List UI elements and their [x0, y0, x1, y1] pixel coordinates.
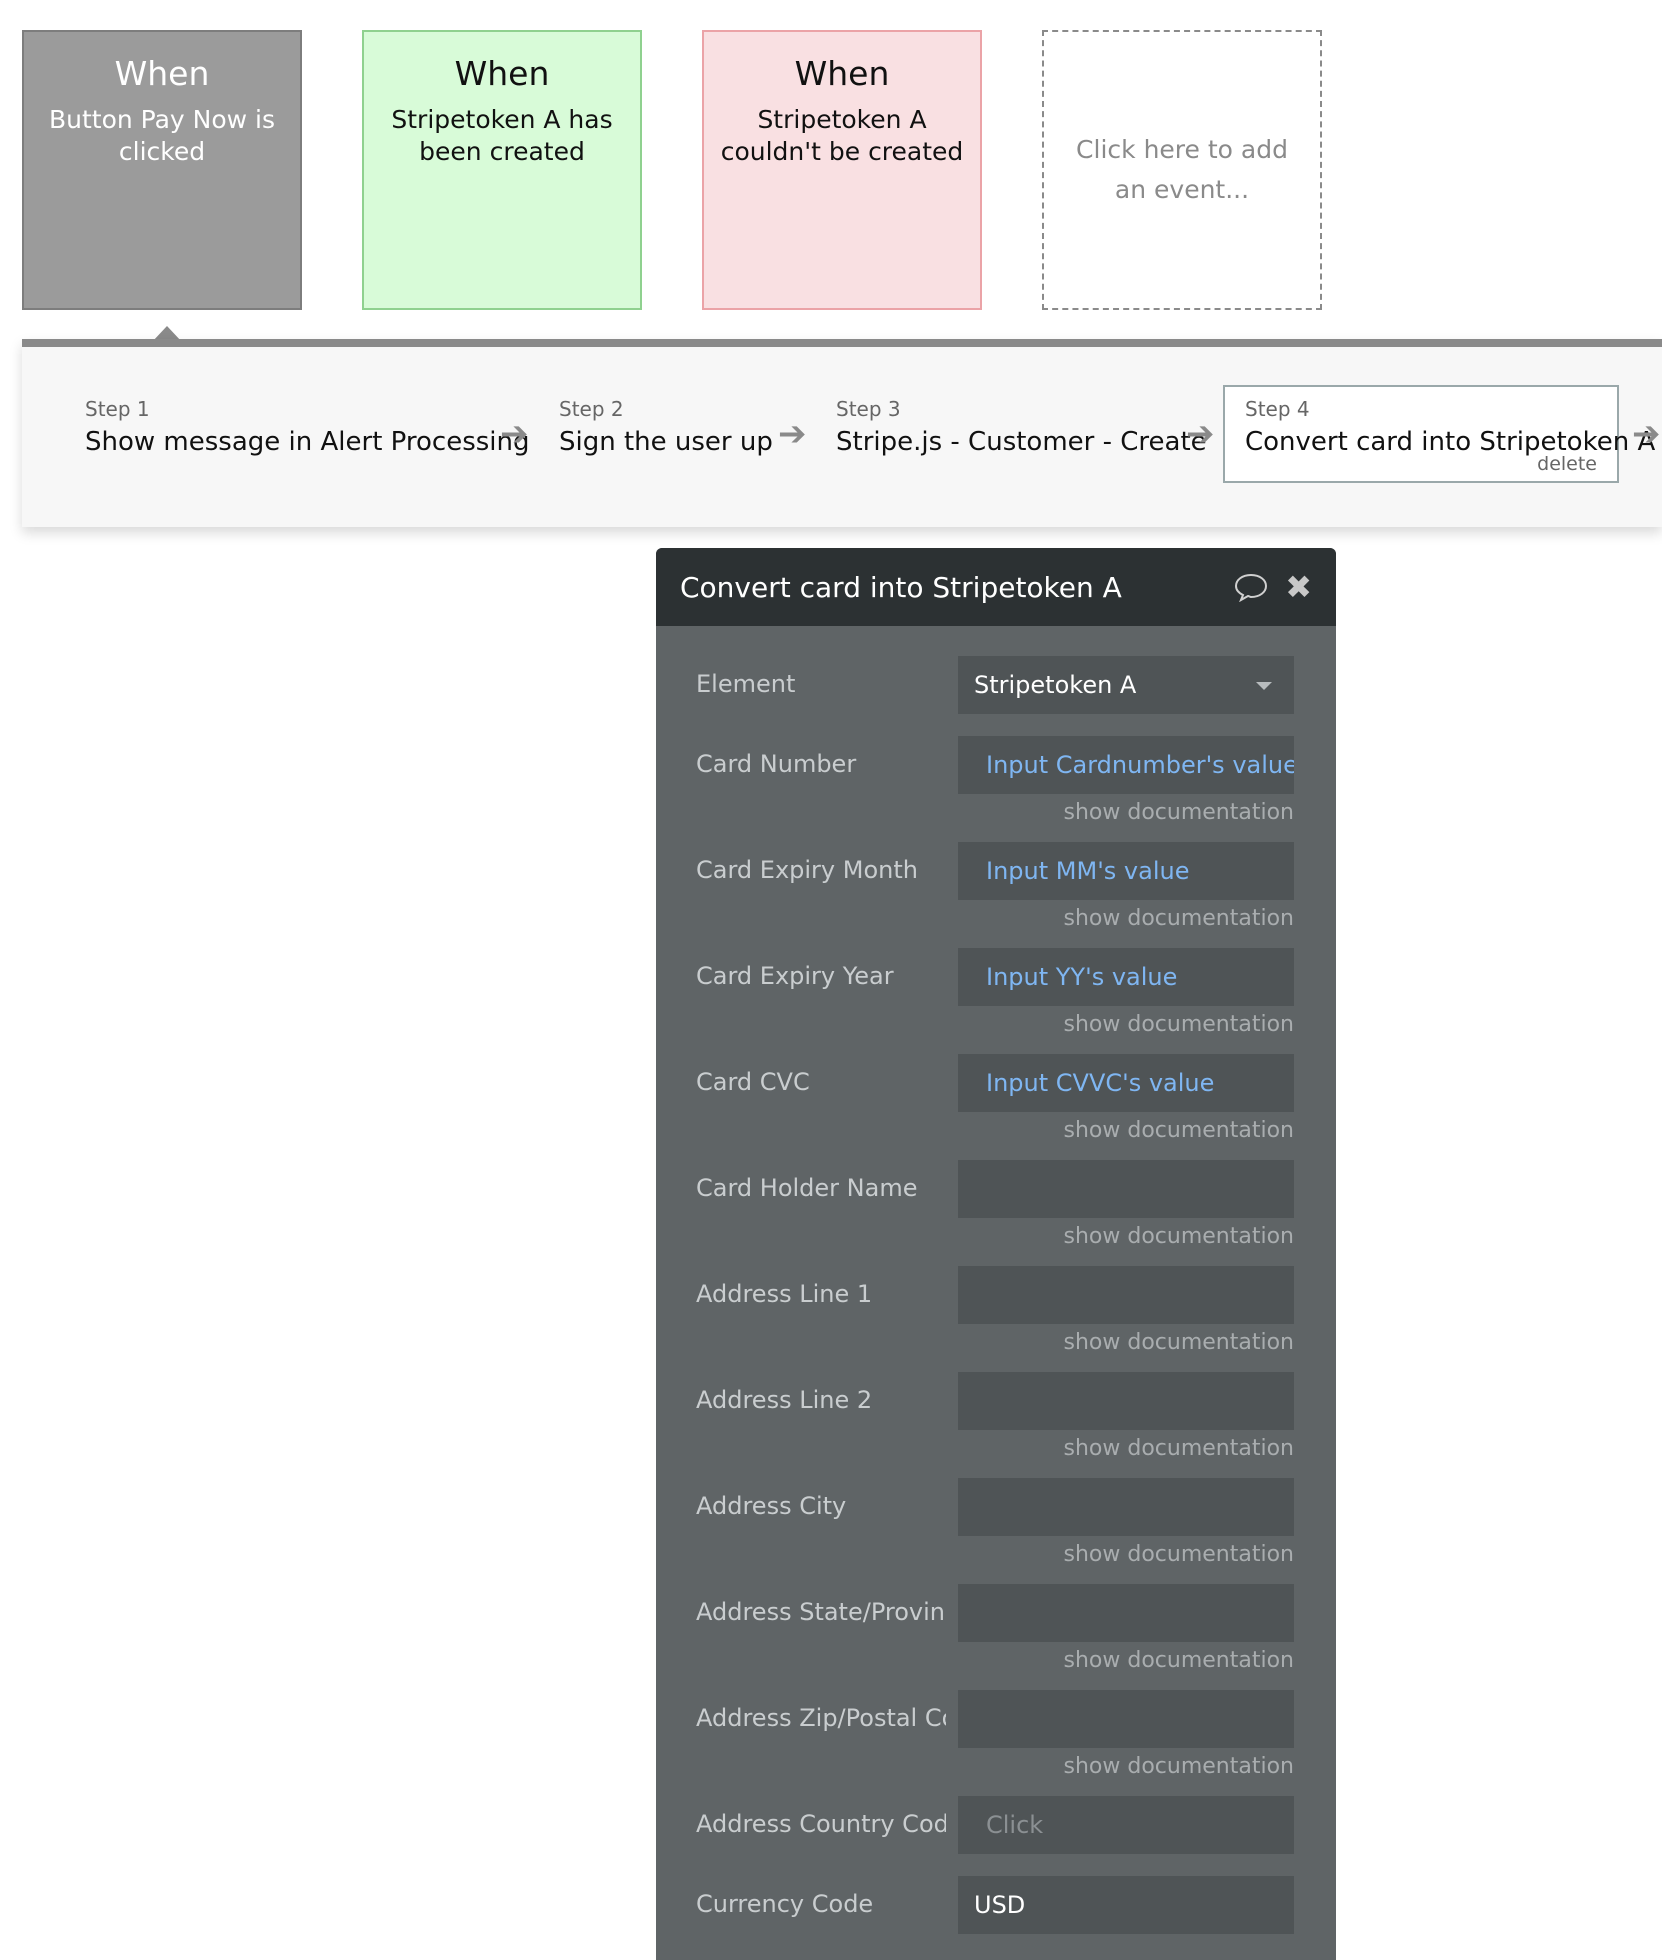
field-label: Currency Code [696, 1890, 874, 1918]
event-card-token-failed[interactable]: When Stripetoken A couldn't be created [702, 30, 982, 310]
show-documentation-link[interactable]: show documentation [1064, 1224, 1294, 1249]
event-when-label: When [794, 54, 890, 93]
element-dropdown[interactable]: Stripetoken A [958, 656, 1294, 714]
arrow-right-icon: ➔ [1186, 414, 1215, 454]
show-documentation-link[interactable]: show documentation [1064, 1330, 1294, 1355]
add-event-card[interactable]: Click here to add an event... [1042, 30, 1322, 310]
address-zip-input[interactable] [958, 1690, 1294, 1748]
field-label: Address Zip/Postal Co [696, 1704, 946, 1732]
dynamic-expression: Input MM's value [986, 857, 1190, 885]
card-holder-name-input[interactable] [958, 1160, 1294, 1218]
event-when-label: When [454, 54, 550, 93]
event-card-token-created[interactable]: When Stripetoken A has been created [362, 30, 642, 310]
field-label: Address City [696, 1492, 847, 1520]
dynamic-expression: Input CVVC's value [986, 1069, 1215, 1097]
arrow-right-icon: ➔ [1632, 414, 1661, 454]
delete-step-link[interactable]: delete [1537, 453, 1597, 475]
field-label: Address Country Cod [696, 1810, 946, 1838]
field-label: Address Line 1 [696, 1280, 873, 1308]
show-documentation-link[interactable]: show documentation [1064, 906, 1294, 931]
panel-header: Convert card into Stripetoken A ✖ [656, 548, 1336, 626]
workflow-step-4[interactable]: Step 4 Convert card into Stripetoken A d… [1223, 385, 1655, 483]
input-placeholder: Click [986, 1811, 1044, 1839]
address-city-input[interactable] [958, 1478, 1294, 1536]
address-line-2-input[interactable] [958, 1372, 1294, 1430]
show-documentation-link[interactable]: show documentation [1064, 1648, 1294, 1673]
workflow-step-1[interactable]: Step 1 Show message in Alert Processing [85, 397, 530, 457]
show-documentation-link[interactable]: show documentation [1064, 1436, 1294, 1461]
field-label: Card Number [696, 750, 857, 778]
event-description: Stripetoken A has been created [391, 104, 613, 166]
step-number: Step 1 [85, 397, 150, 421]
dropdown-value: Stripetoken A [974, 671, 1137, 699]
currency-code-input[interactable]: USD [958, 1876, 1294, 1934]
address-line-1-input[interactable] [958, 1266, 1294, 1324]
workflow-step-2[interactable]: Step 2 Sign the user up [559, 397, 773, 457]
event-when-label: When [114, 54, 210, 93]
event-description: Button Pay Now is clicked [48, 104, 276, 166]
dynamic-expression: Input YY's value [986, 963, 1178, 991]
step-title: Sign the user up [559, 427, 773, 457]
add-event-label: Click here to add an event... [1076, 135, 1288, 204]
close-icon[interactable]: ✖ [1285, 571, 1312, 603]
show-documentation-link[interactable]: show documentation [1064, 1542, 1294, 1567]
action-property-panel: Convert card into Stripetoken A ✖ Elemen… [656, 548, 1336, 1960]
comment-icon[interactable] [1233, 572, 1269, 602]
field-label: Card Expiry Month [696, 856, 918, 884]
chevron-down-icon [1256, 682, 1272, 690]
card-expiry-year-input[interactable]: Input YY's value [958, 948, 1294, 1006]
address-state-input[interactable] [958, 1584, 1294, 1642]
field-label: Card Expiry Year [696, 962, 894, 990]
panel-title: Convert card into Stripetoken A [680, 570, 1122, 604]
field-label: Address Line 2 [696, 1386, 873, 1414]
arrow-right-icon: ➔ [500, 414, 529, 454]
workflow-steps-bar: Step 1 Show message in Alert Processing … [22, 339, 1662, 527]
arrow-right-icon: ➔ [778, 414, 807, 454]
step-number: Step 4 [1245, 397, 1310, 421]
field-label: Address State/Provinc [696, 1598, 946, 1626]
input-value: USD [974, 1891, 1026, 1919]
field-label: Element [696, 670, 796, 698]
step-number: Step 3 [836, 397, 901, 421]
event-card-pay-now-clicked[interactable]: When Button Pay Now is clicked [22, 30, 302, 310]
show-documentation-link[interactable]: show documentation [1064, 800, 1294, 825]
card-number-input[interactable]: Input Cardnumber's value [958, 736, 1294, 794]
show-documentation-link[interactable]: show documentation [1064, 1118, 1294, 1143]
step-title: Stripe.js - Customer - Create [836, 427, 1207, 457]
event-description: Stripetoken A couldn't be created [720, 104, 964, 166]
field-label: Card CVC [696, 1068, 810, 1096]
card-expiry-month-input[interactable]: Input MM's value [958, 842, 1294, 900]
workflow-step-3[interactable]: Step 3 Stripe.js - Customer - Create [836, 397, 1207, 457]
step-number: Step 2 [559, 397, 624, 421]
card-cvc-input[interactable]: Input CVVC's value [958, 1054, 1294, 1112]
dynamic-expression: Input Cardnumber's value [986, 751, 1294, 779]
show-documentation-link[interactable]: show documentation [1064, 1754, 1294, 1779]
step-title: Show message in Alert Processing [85, 427, 530, 457]
address-country-input[interactable]: Click [958, 1796, 1294, 1854]
field-label: Card Holder Name [696, 1174, 918, 1202]
show-documentation-link[interactable]: show documentation [1064, 1012, 1294, 1037]
